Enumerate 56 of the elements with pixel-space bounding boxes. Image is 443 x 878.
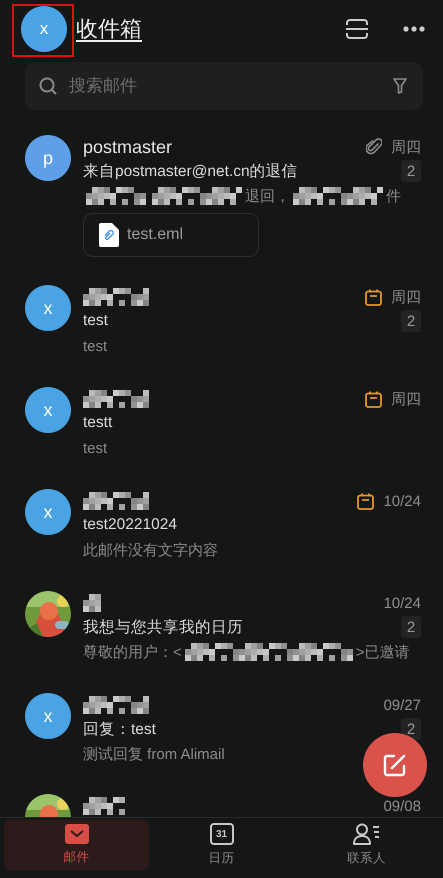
pixelated-block xyxy=(83,594,101,612)
sender-avatar: p xyxy=(25,135,71,181)
preview-text: test xyxy=(83,336,108,356)
compose-icon xyxy=(383,753,407,777)
count-badge: 2 xyxy=(401,160,421,182)
contacts-icon xyxy=(352,823,380,845)
nav-tab[interactable]: 邮件 xyxy=(4,820,149,870)
preview-text: test xyxy=(83,438,108,458)
preview-text: 此邮件没有文字内容 xyxy=(83,540,218,560)
search-field[interactable]: 搜索邮件 xyxy=(25,62,423,110)
date-label: 10/24 xyxy=(383,492,421,510)
scan-icon[interactable] xyxy=(345,18,369,40)
date-label: 周四 xyxy=(391,390,421,408)
preview-text: 退回， 件 xyxy=(83,183,401,209)
calendar-icon xyxy=(357,492,374,510)
paperclip-icon xyxy=(366,138,382,156)
filter-icon[interactable] xyxy=(393,78,407,94)
preview-text: 测试回复 from Alimail xyxy=(83,744,225,764)
calendar-icon: 31 xyxy=(210,823,234,845)
page-title: 收件箱 xyxy=(76,15,143,43)
sender-avatar: x xyxy=(25,489,71,535)
date-label: 09/27 xyxy=(383,696,421,714)
preview-text: 尊敬的用户：< >已邀请 xyxy=(83,642,410,663)
calendar-icon xyxy=(365,390,382,408)
pixelated-block xyxy=(83,492,149,510)
sender-avatar: x xyxy=(25,387,71,433)
nav-tab[interactable]: 联系人 xyxy=(294,820,439,870)
pixelated-block xyxy=(86,187,146,205)
date-label: 10/24 xyxy=(383,594,421,612)
subject-text: 来自postmaster@net.cn的退信 xyxy=(83,162,298,182)
subject-text: test xyxy=(83,312,108,330)
search-input[interactable]: 搜索邮件 xyxy=(67,75,383,97)
date-label: 周四 xyxy=(391,288,421,306)
subject-text: testt xyxy=(83,414,112,432)
date-label: 09/08 xyxy=(383,798,421,814)
count-badge: 2 xyxy=(401,616,421,638)
subject-text: 回复：test xyxy=(83,720,156,740)
more-icon[interactable] xyxy=(403,26,425,32)
count-badge: 2 xyxy=(401,310,421,332)
sender-avatar: x xyxy=(25,693,71,739)
attachment-chip[interactable]: test.eml xyxy=(83,213,259,257)
account-avatar[interactable]: x xyxy=(21,6,67,52)
pixelated-block xyxy=(83,288,149,306)
date-label: 周四 xyxy=(391,138,421,156)
nav-tab[interactable]: 31 日历 xyxy=(149,820,294,870)
calendar-icon xyxy=(365,288,382,306)
sender-name: postmaster xyxy=(83,136,172,158)
subject-text: 我想与您共享我的日历 xyxy=(83,618,243,638)
pixelated-block xyxy=(83,797,125,815)
pixelated-block xyxy=(83,696,149,714)
search-icon xyxy=(39,77,57,95)
sender-avatar: x xyxy=(25,285,71,331)
file-icon xyxy=(99,223,119,247)
pixelated-block xyxy=(83,390,149,408)
subject-text: test20221024 xyxy=(83,516,177,534)
mail-icon xyxy=(64,824,88,844)
